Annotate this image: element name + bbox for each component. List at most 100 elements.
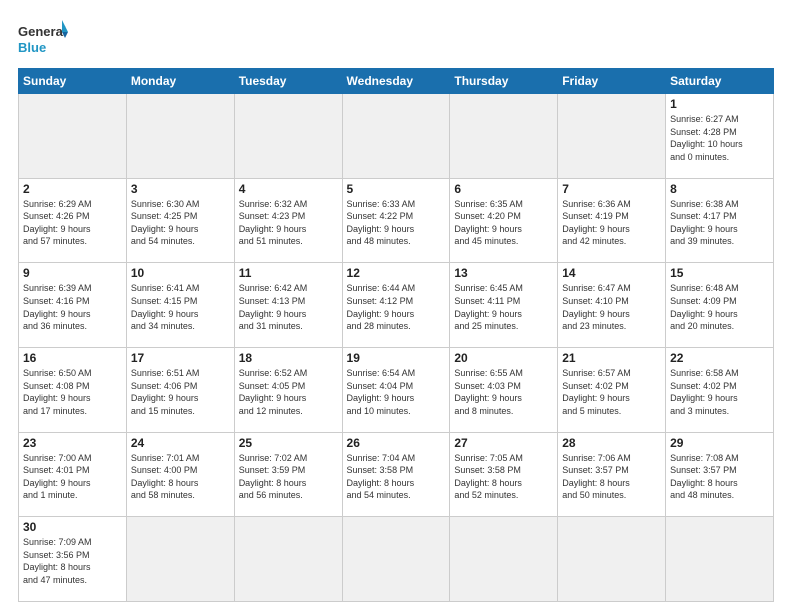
day-info: Sunrise: 6:36 AMSunset: 4:19 PMDaylight:… [562, 198, 661, 248]
calendar-day-cell: 13 Sunrise: 6:45 AMSunset: 4:11 PMDayligh… [450, 263, 558, 348]
day-number: 17 [131, 351, 230, 365]
calendar-day-cell: 15 Sunrise: 6:48 AMSunset: 4:09 PMDayligh… [666, 263, 774, 348]
calendar-day-cell [450, 94, 558, 179]
calendar-day-cell [450, 517, 558, 602]
day-info: Sunrise: 6:38 AMSunset: 4:17 PMDaylight:… [670, 198, 769, 248]
calendar-day-cell: 10 Sunrise: 6:41 AMSunset: 4:15 PMDayligh… [126, 263, 234, 348]
calendar-day-cell: 20Sunrise: 6:55 AMSunset: 4:03 PMDayligh… [450, 347, 558, 432]
header-sunday: Sunday [19, 69, 127, 94]
day-number: 22 [670, 351, 769, 365]
calendar-day-cell: 28Sunrise: 7:06 AMSunset: 3:57 PMDayligh… [558, 432, 666, 517]
day-info: Sunrise: 6:32 AMSunset: 4:23 PMDaylight:… [239, 198, 338, 248]
day-number: 11 [239, 266, 338, 280]
calendar-day-cell [126, 94, 234, 179]
calendar-day-cell: 16Sunrise: 6:50 AMSunset: 4:08 PMDayligh… [19, 347, 127, 432]
calendar-day-cell: 26Sunrise: 7:04 AMSunset: 3:58 PMDayligh… [342, 432, 450, 517]
calendar-week-row: 16Sunrise: 6:50 AMSunset: 4:08 PMDayligh… [19, 347, 774, 432]
calendar-week-row: 23 Sunrise: 7:00 AMSunset: 4:01 PMDayligh… [19, 432, 774, 517]
svg-text:General: General [18, 24, 66, 39]
calendar-day-cell: 18Sunrise: 6:52 AMSunset: 4:05 PMDayligh… [234, 347, 342, 432]
calendar-day-cell: 2 Sunrise: 6:29 AMSunset: 4:26 PMDaylight… [19, 178, 127, 263]
calendar-week-row: 30Sunrise: 7:09 AMSunset: 3:56 PMDayligh… [19, 517, 774, 602]
calendar-day-cell [342, 517, 450, 602]
day-number: 2 [23, 182, 122, 196]
day-info: Sunrise: 6:47 AMSunset: 4:10 PMDaylight:… [562, 282, 661, 332]
day-info: Sunrise: 7:02 AMSunset: 3:59 PMDaylight:… [239, 452, 338, 502]
header-wednesday: Wednesday [342, 69, 450, 94]
day-info: Sunrise: 6:42 AMSunset: 4:13 PMDaylight:… [239, 282, 338, 332]
calendar-day-cell: 5 Sunrise: 6:33 AMSunset: 4:22 PMDaylight… [342, 178, 450, 263]
day-info: Sunrise: 7:09 AMSunset: 3:56 PMDaylight:… [23, 536, 122, 586]
calendar-day-cell: 1 Sunrise: 6:27 AMSunset: 4:28 PMDaylight… [666, 94, 774, 179]
day-info: Sunrise: 6:41 AMSunset: 4:15 PMDaylight:… [131, 282, 230, 332]
logo-icon: General Blue [18, 18, 68, 60]
page: General Blue Sunday Monday Tuesday Wedne… [0, 0, 792, 612]
day-number: 25 [239, 436, 338, 450]
day-info: Sunrise: 7:08 AMSunset: 3:57 PMDaylight:… [670, 452, 769, 502]
calendar-day-cell: 12Sunrise: 6:44 AMSunset: 4:12 PMDayligh… [342, 263, 450, 348]
header: General Blue [18, 18, 774, 60]
calendar-day-cell: 25 Sunrise: 7:02 AMSunset: 3:59 PMDayligh… [234, 432, 342, 517]
day-number: 13 [454, 266, 553, 280]
calendar-day-cell: 27Sunrise: 7:05 AMSunset: 3:58 PMDayligh… [450, 432, 558, 517]
header-saturday: Saturday [666, 69, 774, 94]
day-info: Sunrise: 6:27 AMSunset: 4:28 PMDaylight:… [670, 113, 769, 163]
calendar-day-cell: 17 Sunrise: 6:51 AMSunset: 4:06 PMDayligh… [126, 347, 234, 432]
logo: General Blue [18, 18, 68, 60]
day-info: Sunrise: 6:45 AMSunset: 4:11 PMDaylight:… [454, 282, 553, 332]
day-info: Sunrise: 6:54 AMSunset: 4:04 PMDaylight:… [347, 367, 446, 417]
calendar-day-cell: 22Sunrise: 6:58 AMSunset: 4:02 PMDayligh… [666, 347, 774, 432]
day-info: Sunrise: 6:33 AMSunset: 4:22 PMDaylight:… [347, 198, 446, 248]
calendar-day-cell [19, 94, 127, 179]
header-tuesday: Tuesday [234, 69, 342, 94]
day-info: Sunrise: 6:50 AMSunset: 4:08 PMDaylight:… [23, 367, 122, 417]
calendar-day-cell: 4 Sunrise: 6:32 AMSunset: 4:23 PMDaylight… [234, 178, 342, 263]
day-number: 8 [670, 182, 769, 196]
day-info: Sunrise: 7:04 AMSunset: 3:58 PMDaylight:… [347, 452, 446, 502]
header-monday: Monday [126, 69, 234, 94]
calendar-day-cell: 21 Sunrise: 6:57 AMSunset: 4:02 PMDayligh… [558, 347, 666, 432]
day-info: Sunrise: 6:35 AMSunset: 4:20 PMDaylight:… [454, 198, 553, 248]
calendar-day-cell: 14 Sunrise: 6:47 AMSunset: 4:10 PMDayligh… [558, 263, 666, 348]
day-number: 15 [670, 266, 769, 280]
calendar-day-cell: 6 Sunrise: 6:35 AMSunset: 4:20 PMDaylight… [450, 178, 558, 263]
day-info: Sunrise: 6:48 AMSunset: 4:09 PMDaylight:… [670, 282, 769, 332]
day-info: Sunrise: 6:57 AMSunset: 4:02 PMDaylight:… [562, 367, 661, 417]
calendar-day-cell [126, 517, 234, 602]
day-number: 3 [131, 182, 230, 196]
calendar-header-row: Sunday Monday Tuesday Wednesday Thursday… [19, 69, 774, 94]
calendar-day-cell: 9Sunrise: 6:39 AMSunset: 4:16 PMDaylight… [19, 263, 127, 348]
day-info: Sunrise: 6:55 AMSunset: 4:03 PMDaylight:… [454, 367, 553, 417]
day-number: 5 [347, 182, 446, 196]
calendar-day-cell [234, 94, 342, 179]
calendar-day-cell: 11 Sunrise: 6:42 AMSunset: 4:13 PMDayligh… [234, 263, 342, 348]
day-number: 1 [670, 97, 769, 111]
day-info: Sunrise: 7:05 AMSunset: 3:58 PMDaylight:… [454, 452, 553, 502]
calendar-day-cell: 8 Sunrise: 6:38 AMSunset: 4:17 PMDaylight… [666, 178, 774, 263]
calendar-day-cell: 3 Sunrise: 6:30 AMSunset: 4:25 PMDaylight… [126, 178, 234, 263]
day-info: Sunrise: 6:39 AMSunset: 4:16 PMDaylight:… [23, 282, 122, 332]
day-number: 21 [562, 351, 661, 365]
day-info: Sunrise: 6:30 AMSunset: 4:25 PMDaylight:… [131, 198, 230, 248]
calendar-table: Sunday Monday Tuesday Wednesday Thursday… [18, 68, 774, 602]
calendar-day-cell [558, 517, 666, 602]
calendar-day-cell: 29 Sunrise: 7:08 AMSunset: 3:57 PMDayligh… [666, 432, 774, 517]
day-number: 7 [562, 182, 661, 196]
day-number: 10 [131, 266, 230, 280]
day-number: 23 [23, 436, 122, 450]
day-info: Sunrise: 6:29 AMSunset: 4:26 PMDaylight:… [23, 198, 122, 248]
calendar-day-cell [234, 517, 342, 602]
day-info: Sunrise: 7:00 AMSunset: 4:01 PMDaylight:… [23, 452, 122, 502]
calendar-day-cell [558, 94, 666, 179]
calendar-day-cell: 7 Sunrise: 6:36 AMSunset: 4:19 PMDaylight… [558, 178, 666, 263]
day-number: 4 [239, 182, 338, 196]
day-number: 6 [454, 182, 553, 196]
day-number: 24 [131, 436, 230, 450]
day-number: 29 [670, 436, 769, 450]
day-info: Sunrise: 6:52 AMSunset: 4:05 PMDaylight:… [239, 367, 338, 417]
day-number: 14 [562, 266, 661, 280]
calendar-day-cell: 30Sunrise: 7:09 AMSunset: 3:56 PMDayligh… [19, 517, 127, 602]
calendar-day-cell [666, 517, 774, 602]
day-number: 12 [347, 266, 446, 280]
day-info: Sunrise: 6:51 AMSunset: 4:06 PMDaylight:… [131, 367, 230, 417]
